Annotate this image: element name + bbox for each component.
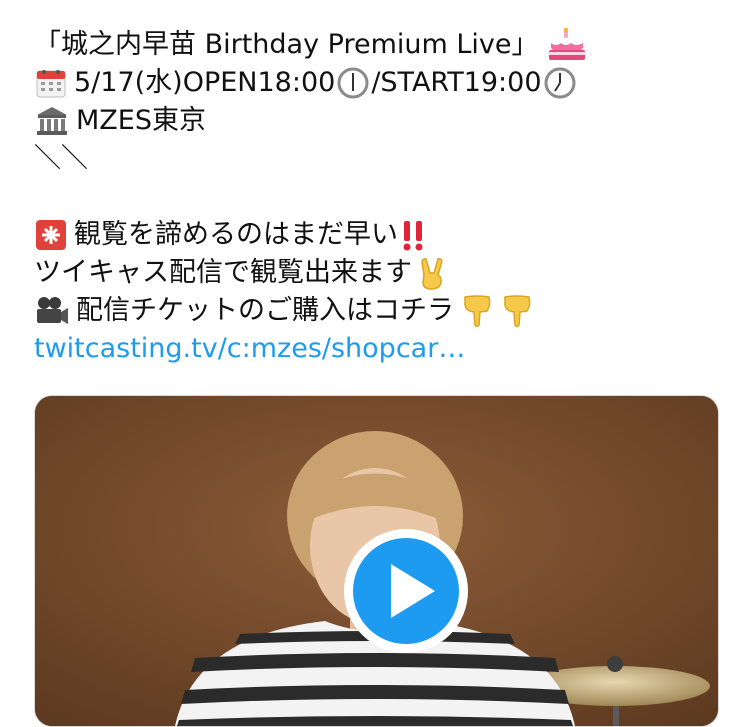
event-date-line: 5/17(水)OPEN18:00 /START19:00 xyxy=(34,64,733,102)
clock-seven-icon xyxy=(544,67,576,99)
calendar-icon xyxy=(34,66,68,100)
event-open-time: 5/17(水)OPEN18:00 xyxy=(74,67,336,98)
ticket-line: 配信チケットのご購入はコチラ xyxy=(34,292,733,330)
backhand-index-pointing-down-icon xyxy=(460,293,494,329)
ticket-link[interactable]: twitcasting.tv/c:mzes/shopcar… xyxy=(34,330,465,368)
backhand-index-pointing-down-icon xyxy=(500,293,534,329)
notice-text: 観覧を諦めるのはまだ早い xyxy=(74,219,398,250)
event-title-line: 「城之内早苗 Birthday Premium Live」 xyxy=(34,26,733,64)
tweet-text: 「城之内早苗 Birthday Premium Live」 5/17(水)OPE… xyxy=(34,26,733,368)
event-title: 「城之内早苗 Birthday Premium Live」 xyxy=(34,29,539,60)
stream-line: ツイキャス配信で観覧出来ます xyxy=(34,254,733,292)
venue-name: MZES東京 xyxy=(76,105,206,136)
notice-line: 観覧を諦めるのはまだ早い xyxy=(34,216,733,254)
birthday-cake-icon xyxy=(547,28,587,62)
ticket-text: 配信チケットのご購入はコチラ xyxy=(76,295,454,326)
siren-icon xyxy=(34,218,68,252)
play-button[interactable] xyxy=(341,526,471,656)
victory-hand-icon xyxy=(416,255,450,291)
video-player[interactable] xyxy=(34,395,719,727)
double-exclamation-icon xyxy=(398,218,428,252)
stream-text: ツイキャス配信で観覧出来ます xyxy=(34,257,412,288)
event-start-time: /START19:00 xyxy=(371,67,542,98)
ticket-link-line: twitcasting.tv/c:mzes/shopcar… xyxy=(34,330,733,368)
play-icon xyxy=(344,529,468,653)
decor-line: ＼＼ xyxy=(34,140,733,178)
classical-building-icon xyxy=(34,104,70,138)
decor-slashes: ＼＼ xyxy=(34,143,88,174)
venue-line: MZES東京 xyxy=(34,102,733,140)
clock-six-icon xyxy=(337,67,369,99)
movie-camera-icon xyxy=(34,294,70,328)
